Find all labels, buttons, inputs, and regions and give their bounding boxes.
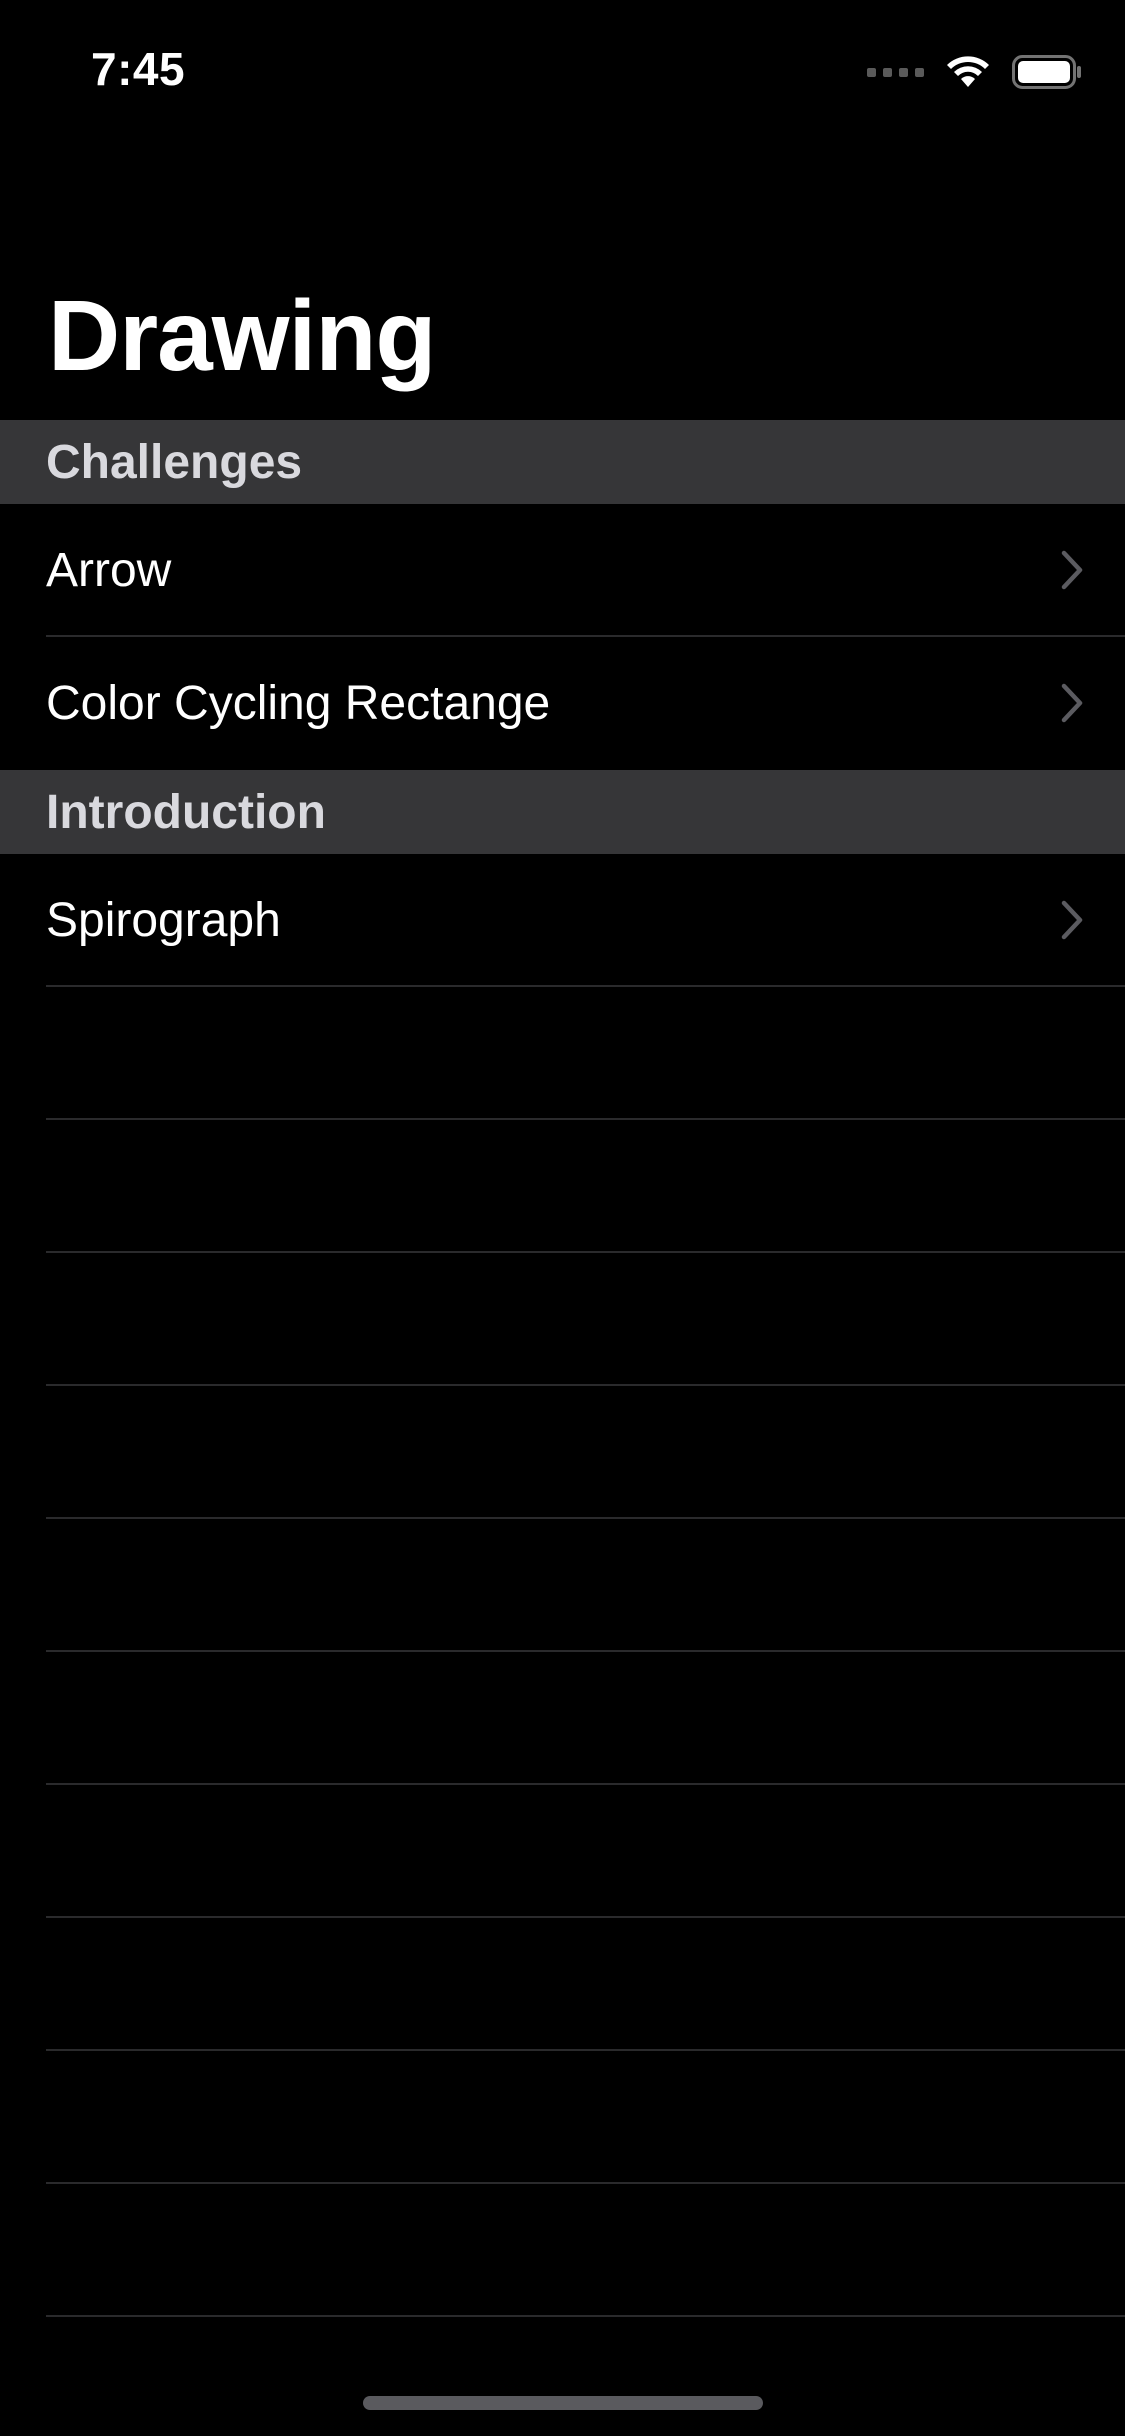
section-header-introduction: Introduction — [0, 770, 1125, 854]
status-time: 7:45 — [91, 43, 186, 95]
drawing-list: Challenges Arrow Color Cycling Rectange … — [0, 420, 1125, 987]
home-indicator[interactable] — [363, 2396, 763, 2410]
empty-row — [0, 1785, 1125, 1918]
empty-row — [0, 1120, 1125, 1253]
empty-row — [0, 2184, 1125, 2317]
wifi-icon — [947, 56, 989, 87]
section-header-challenges: Challenges — [0, 420, 1125, 504]
empty-row — [0, 1253, 1125, 1386]
status-bar: 7:45 — [0, 0, 1125, 132]
empty-table-rows — [0, 987, 1125, 2317]
list-item-arrow[interactable]: Arrow — [0, 504, 1125, 637]
empty-row — [0, 1386, 1125, 1519]
battery-icon — [1012, 55, 1081, 89]
chevron-right-icon — [1061, 900, 1083, 940]
empty-row — [0, 1652, 1125, 1785]
list-item-label: Spirograph — [46, 893, 281, 947]
chevron-right-icon — [1061, 683, 1083, 723]
chevron-right-icon — [1061, 550, 1083, 590]
empty-row — [0, 2051, 1125, 2184]
cellular-signal-icon — [867, 67, 924, 77]
status-icons — [867, 52, 1082, 92]
empty-row — [0, 987, 1125, 1120]
list-item-color-cycling-rectange[interactable]: Color Cycling Rectange — [0, 637, 1125, 770]
page-title: Drawing — [48, 280, 436, 392]
list-item-spirograph[interactable]: Spirograph — [0, 854, 1125, 987]
list-item-label: Arrow — [46, 543, 172, 597]
empty-row — [0, 1918, 1125, 2051]
empty-row — [0, 1519, 1125, 1652]
list-item-label: Color Cycling Rectange — [46, 676, 551, 730]
